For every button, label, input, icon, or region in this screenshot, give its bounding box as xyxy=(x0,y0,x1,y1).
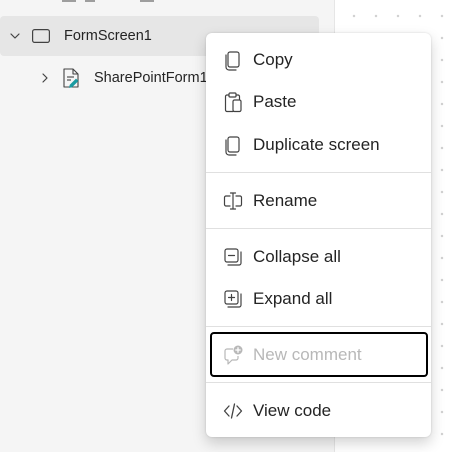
chevron-down-icon[interactable] xyxy=(8,29,22,43)
menu-item-label: Paste xyxy=(253,92,297,111)
menu-item-label: View code xyxy=(253,401,332,420)
menu-divider xyxy=(206,172,431,173)
menu-item-label: Duplicate screen xyxy=(253,135,380,154)
menu-item-label: Rename xyxy=(253,191,318,210)
rename-icon xyxy=(223,192,243,210)
menu-item-label: New comment xyxy=(253,344,362,364)
menu-item-paste[interactable]: Paste xyxy=(210,82,427,122)
paste-icon xyxy=(224,92,242,113)
menu-item-label: Expand all xyxy=(253,289,333,308)
menu-item-rename[interactable]: Rename xyxy=(210,181,427,221)
menu-divider xyxy=(206,228,431,229)
menu-item-view-code[interactable]: View code xyxy=(210,391,427,431)
code-icon xyxy=(223,403,243,419)
context-menu: Copy Paste Duplicate screen Rename Colla… xyxy=(206,33,431,437)
form-icon xyxy=(63,68,79,88)
menu-item-label: Copy xyxy=(253,50,293,69)
collapse-all-icon xyxy=(224,248,242,266)
truncated-row-above xyxy=(0,0,320,2)
chevron-right-icon[interactable] xyxy=(38,71,52,85)
menu-divider xyxy=(206,326,431,327)
expand-all-icon xyxy=(224,290,242,308)
duplicate-icon xyxy=(225,136,240,156)
menu-item-collapse-all[interactable]: Collapse all xyxy=(210,237,427,277)
menu-item-duplicate-screen[interactable]: Duplicate screen xyxy=(210,125,427,165)
menu-item-label: Collapse all xyxy=(253,247,341,266)
tree-item-label: FormScreen1 xyxy=(64,28,152,44)
screen-icon xyxy=(32,29,50,43)
tree-item-label: SharePointForm1 xyxy=(94,70,208,86)
menu-item-expand-all[interactable]: Expand all xyxy=(210,279,427,319)
copy-icon xyxy=(225,51,240,71)
new-comment-icon xyxy=(224,345,243,365)
menu-divider xyxy=(206,382,431,383)
menu-item-new-comment[interactable]: New comment xyxy=(210,332,428,377)
menu-item-copy[interactable]: Copy xyxy=(210,40,427,80)
